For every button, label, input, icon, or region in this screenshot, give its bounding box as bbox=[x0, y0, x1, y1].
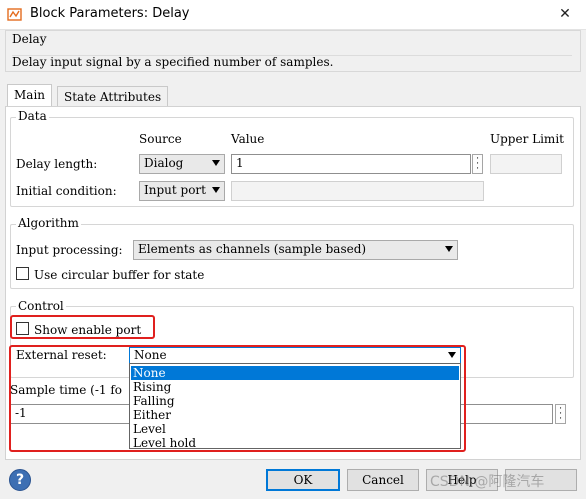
chevron-down-icon bbox=[445, 246, 453, 252]
delay-length-label: Delay length: bbox=[16, 157, 98, 171]
control-group-legend: Control bbox=[16, 299, 66, 313]
watermark: CSDN @阿隆汽车 bbox=[430, 474, 545, 490]
circular-buffer-checkbox[interactable] bbox=[16, 267, 29, 280]
chevron-down-icon bbox=[212, 160, 220, 166]
block-description: Delay input signal by a specified number… bbox=[12, 55, 334, 69]
tab-main[interactable]: Main bbox=[7, 84, 53, 108]
cancel-button[interactable]: Cancel bbox=[347, 469, 419, 491]
chevron-down-icon bbox=[212, 187, 220, 193]
delay-length-source-select[interactable]: Dialog bbox=[139, 154, 225, 174]
select-value: Input port bbox=[144, 183, 206, 197]
initial-condition-label: Initial condition: bbox=[16, 184, 117, 198]
ok-button[interactable]: OK bbox=[266, 469, 340, 491]
initial-condition-value-field bbox=[231, 181, 484, 201]
help-icon[interactable]: ? bbox=[9, 469, 31, 491]
title-bar: Block Parameters: Delay ✕ bbox=[0, 0, 586, 30]
select-value: Elements as channels (sample based) bbox=[138, 242, 367, 256]
initial-condition-source-select[interactable]: Input port bbox=[139, 181, 225, 201]
window-title: Block Parameters: Delay bbox=[30, 6, 190, 21]
input-processing-label: Input processing: bbox=[16, 243, 123, 257]
tab-state-attributes[interactable]: State Attributes bbox=[57, 86, 169, 108]
tab-label: State Attributes bbox=[64, 90, 162, 104]
block-name: Delay bbox=[12, 32, 47, 46]
input-processing-select[interactable]: Elements as channels (sample based) bbox=[133, 240, 458, 260]
select-value: Dialog bbox=[144, 156, 184, 170]
upper-limit-field bbox=[490, 154, 562, 174]
data-group-legend: Data bbox=[16, 109, 49, 123]
highlight-external-reset bbox=[9, 345, 466, 452]
ellipsis-icon[interactable]: · · · bbox=[555, 404, 566, 424]
close-icon[interactable]: ✕ bbox=[552, 4, 578, 24]
source-column-header: Source bbox=[139, 132, 182, 146]
highlight-enable-port bbox=[10, 315, 155, 339]
delay-length-value-field[interactable]: 1 bbox=[231, 154, 471, 174]
simulink-block-icon bbox=[7, 8, 22, 21]
circular-buffer-label: Use circular buffer for state bbox=[34, 268, 205, 282]
value-column-header: Value bbox=[231, 132, 265, 146]
upper-limit-column-header: Upper Limit bbox=[490, 132, 564, 146]
algorithm-group-legend: Algorithm bbox=[16, 216, 81, 230]
block-description-box: Delay Delay input signal by a specified … bbox=[5, 30, 581, 72]
ellipsis-icon[interactable]: · · · bbox=[472, 154, 483, 174]
tab-label: Main bbox=[14, 88, 46, 102]
